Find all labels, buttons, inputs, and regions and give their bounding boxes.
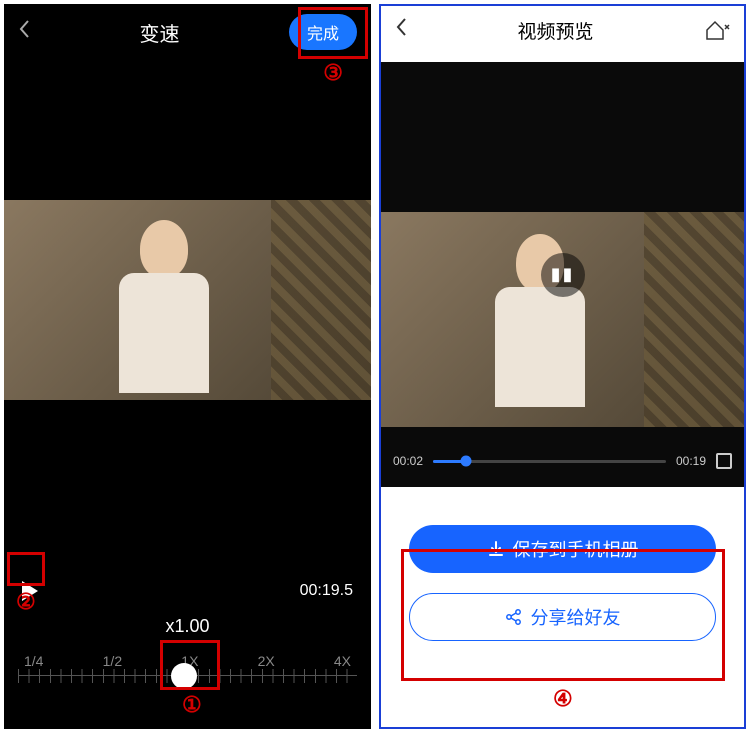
annotation-number-2: ② <box>16 589 36 615</box>
speed-editor-screen: 变速 完成 00:19.5 x1.00 1/4 1/2 <box>4 4 371 729</box>
annotation-number-4: ④ <box>553 686 573 712</box>
back-icon[interactable] <box>395 17 407 43</box>
video-preview-left <box>4 200 371 400</box>
right-header: 视频预览 <box>381 6 744 54</box>
share-button[interactable]: 分享给好友 <box>409 593 716 641</box>
progress-track[interactable] <box>433 460 666 463</box>
pause-button[interactable]: ▮▮ <box>541 253 585 297</box>
page-title: 变速 <box>30 18 289 47</box>
video-preview-right[interactable]: ▮▮ 00:02 00:19 <box>381 62 744 487</box>
speed-mark: 1/4 <box>24 653 43 669</box>
speed-mark: 2X <box>258 653 275 669</box>
duration-label: 00:19.5 <box>300 582 353 600</box>
progress-bar: 00:02 00:19 <box>381 443 744 479</box>
annotation-number-1: ① <box>182 692 202 718</box>
home-icon[interactable] <box>704 19 730 41</box>
pause-icon: ▮▮ <box>551 264 575 285</box>
save-button[interactable]: 保存到手机相册 <box>409 525 716 573</box>
annotation-number-3: ③ <box>323 60 343 86</box>
page-title: 视频预览 <box>407 17 704 44</box>
total-time: 00:19 <box>676 454 706 468</box>
preview-screen: 视频预览 ▮▮ 00:02 <box>379 4 746 729</box>
fullscreen-icon[interactable] <box>716 453 732 469</box>
speed-value: x1.00 <box>4 612 371 641</box>
left-header: 变速 完成 <box>4 4 371 60</box>
download-icon <box>487 540 505 558</box>
current-time: 00:02 <box>393 454 423 468</box>
speed-knob[interactable] <box>171 663 197 689</box>
speed-mark: 4X <box>334 653 351 669</box>
done-button[interactable]: 完成 <box>289 14 357 50</box>
action-area: 保存到手机相册 分享给好友 <box>381 487 744 641</box>
progress-thumb[interactable] <box>460 456 471 467</box>
back-icon[interactable] <box>18 19 30 45</box>
share-icon <box>505 608 523 626</box>
speed-mark: 1/2 <box>103 653 122 669</box>
